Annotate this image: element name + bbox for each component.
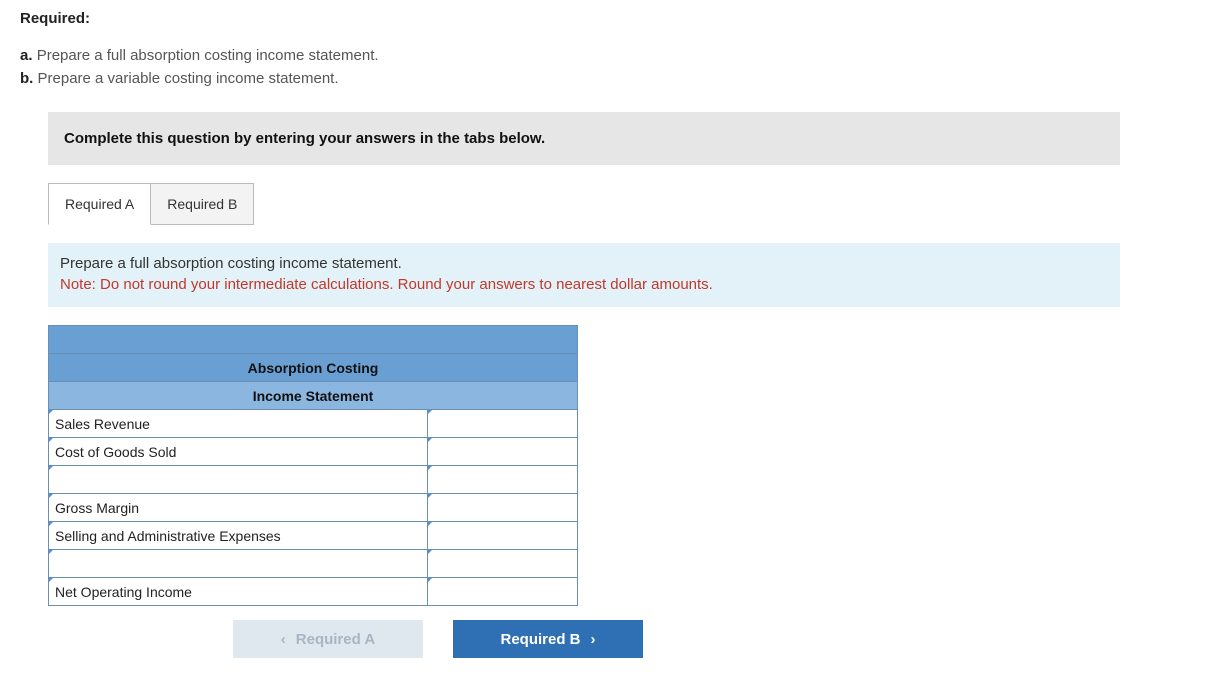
label-net-op-income[interactable]: Net Operating Income — [49, 578, 428, 606]
input-blank2[interactable] — [428, 550, 578, 578]
table-title: Absorption Costing — [49, 354, 578, 382]
input-cogs[interactable] — [428, 438, 578, 466]
requirement-a: a. Prepare a full absorption costing inc… — [20, 45, 1187, 68]
prev-button: ‹ Required A — [233, 620, 423, 658]
input-sales-revenue[interactable] — [428, 410, 578, 438]
input-sa-expenses[interactable] — [428, 522, 578, 550]
input-tick-icon — [427, 521, 433, 527]
required-heading: Required: — [20, 10, 1187, 27]
label-blank1[interactable] — [49, 466, 428, 494]
next-button[interactable]: Required B › — [453, 620, 643, 658]
text-gross-margin: Gross Margin — [55, 500, 139, 516]
row-gross-margin: Gross Margin — [49, 494, 578, 522]
prompt-panel: Prepare a full absorption costing income… — [48, 243, 1120, 307]
dropdown-icon — [48, 409, 54, 415]
label-sales-revenue[interactable]: Sales Revenue — [49, 410, 428, 438]
requirements-list: a. Prepare a full absorption costing inc… — [20, 45, 1187, 90]
text-net-op-income: Net Operating Income — [55, 584, 192, 600]
next-button-label: Required B — [500, 631, 580, 648]
row-net-op-income: Net Operating Income — [49, 578, 578, 606]
instruction-bar: Complete this question by entering your … — [48, 112, 1120, 165]
text-sales-revenue: Sales Revenue — [55, 416, 150, 432]
income-statement-table: Absorption Costing Income Statement Sale… — [48, 325, 578, 606]
dropdown-icon — [48, 521, 54, 527]
row-sales-revenue: Sales Revenue — [49, 410, 578, 438]
content-panel: Complete this question by entering your … — [48, 112, 1120, 658]
input-net-op-income[interactable] — [428, 578, 578, 606]
header-blank-row — [49, 326, 578, 354]
prompt-note: Note: Do not round your intermediate cal… — [60, 274, 1108, 295]
requirement-b: b. Prepare a variable costing income sta… — [20, 68, 1187, 91]
input-tick-icon — [427, 549, 433, 555]
chevron-right-icon: › — [591, 631, 596, 648]
label-sa-expenses[interactable]: Selling and Administrative Expenses — [49, 522, 428, 550]
input-gross-margin[interactable] — [428, 494, 578, 522]
input-blank1[interactable] — [428, 466, 578, 494]
input-tick-icon — [427, 409, 433, 415]
req-b-text: Prepare a variable costing income statem… — [38, 70, 339, 87]
text-cogs: Cost of Goods Sold — [55, 444, 176, 460]
label-blank2[interactable] — [49, 550, 428, 578]
dropdown-icon — [48, 549, 54, 555]
dropdown-icon — [48, 437, 54, 443]
chevron-left-icon: ‹ — [281, 631, 286, 648]
input-tick-icon — [427, 493, 433, 499]
tabs: Required A Required B — [48, 183, 1120, 225]
input-tick-icon — [427, 437, 433, 443]
row-blank2 — [49, 550, 578, 578]
dropdown-icon — [48, 577, 54, 583]
req-a-label: a. — [20, 47, 33, 64]
dropdown-icon — [48, 465, 54, 471]
text-sa-expenses: Selling and Administrative Expenses — [55, 528, 281, 544]
row-blank1 — [49, 466, 578, 494]
input-tick-icon — [427, 577, 433, 583]
row-cogs: Cost of Goods Sold — [49, 438, 578, 466]
req-b-label: b. — [20, 70, 33, 87]
nav-buttons: ‹ Required A Required B › — [48, 620, 828, 658]
tab-required-b[interactable]: Required B — [150, 183, 254, 225]
prev-button-label: Required A — [296, 631, 375, 648]
dropdown-icon — [48, 493, 54, 499]
table-subtitle: Income Statement — [49, 382, 578, 410]
label-cogs[interactable]: Cost of Goods Sold — [49, 438, 428, 466]
statement-table-wrap: Absorption Costing Income Statement Sale… — [48, 325, 1120, 606]
input-tick-icon — [427, 465, 433, 471]
row-sa-expenses: Selling and Administrative Expenses — [49, 522, 578, 550]
tab-required-a[interactable]: Required A — [48, 183, 151, 225]
label-gross-margin[interactable]: Gross Margin — [49, 494, 428, 522]
req-a-text: Prepare a full absorption costing income… — [37, 47, 379, 64]
prompt-line1: Prepare a full absorption costing income… — [60, 253, 1108, 274]
